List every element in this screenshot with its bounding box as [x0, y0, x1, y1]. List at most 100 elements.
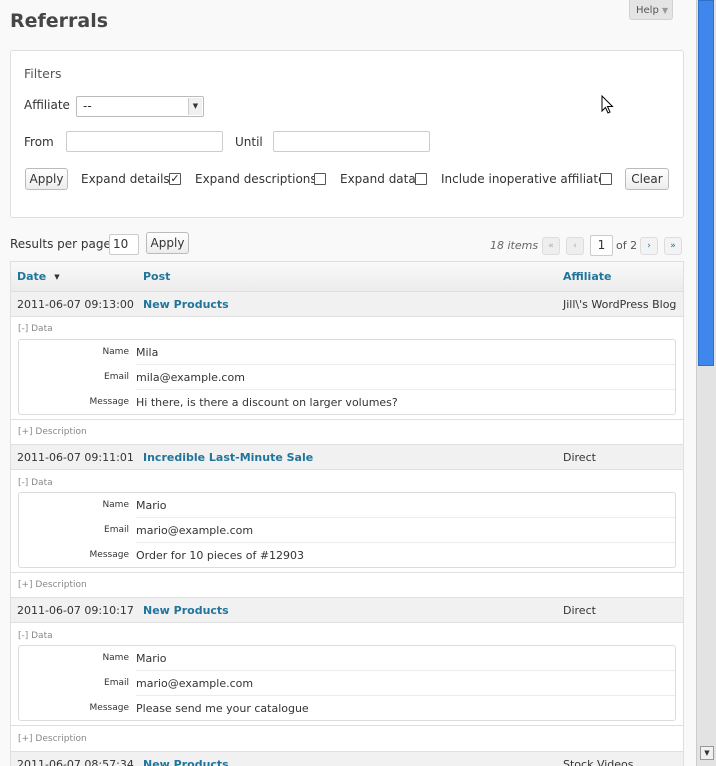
- data-key: Name: [102, 500, 129, 510]
- vertical-scrollbar[interactable]: ▼: [696, 0, 716, 766]
- column-header-affiliate[interactable]: Affiliate: [563, 270, 611, 283]
- sort-down-icon: ▼: [54, 273, 60, 281]
- row-affiliate: Direct: [563, 604, 596, 617]
- row-post-link[interactable]: New Products: [143, 298, 229, 311]
- divider: [11, 725, 683, 726]
- row-affiliate: Direct: [563, 451, 596, 464]
- help-tab[interactable]: Help ▼: [629, 0, 673, 20]
- items-count: 18 items: [490, 239, 539, 252]
- current-page-input[interactable]: 1: [590, 235, 613, 256]
- referrals-table: Date ▼ Post Affiliate 2011-06-07 09:13:00…: [10, 261, 684, 766]
- chevron-down-icon: ▼: [662, 6, 669, 15]
- data-key: Message: [89, 703, 129, 713]
- data-field: Message Order for 10 pieces of #12903: [19, 543, 675, 568]
- page-title: Referrals: [10, 10, 109, 32]
- row-date: 2011-06-07 09:13:00: [17, 298, 134, 311]
- affiliate-label: Affiliate: [24, 98, 70, 112]
- filters-title: Filters: [24, 66, 62, 81]
- row-post-link[interactable]: New Products: [143, 604, 229, 617]
- scrollbar-thumb[interactable]: [698, 0, 714, 366]
- expand-data-checkbox[interactable]: [415, 173, 427, 185]
- data-toggle[interactable]: [-] Data: [18, 631, 53, 641]
- divider: [11, 572, 683, 573]
- data-field: Email mario@example.com: [19, 518, 675, 543]
- table-row: 2011-06-07 09:13:00 New Products Jill\'s…: [11, 292, 683, 317]
- row-post-link[interactable]: New Products: [143, 758, 229, 766]
- affiliate-select-value: --: [83, 99, 92, 113]
- data-field: Name Mario: [19, 493, 675, 518]
- expand-descriptions-label: Expand descriptions: [195, 172, 317, 186]
- date-header-label: Date: [17, 270, 47, 283]
- data-key: Email: [104, 525, 129, 535]
- include-inoperative-checkbox[interactable]: [600, 173, 612, 185]
- data-value: Please send me your catalogue: [136, 702, 309, 715]
- data-value: Mario: [136, 499, 167, 512]
- last-page-button[interactable]: »: [664, 237, 682, 255]
- data-key: Name: [102, 653, 129, 663]
- table-row: 2011-06-07 09:10:17 New Products Direct: [11, 598, 683, 623]
- from-date-input[interactable]: [66, 131, 223, 152]
- data-key: Name: [102, 347, 129, 357]
- filters-panel: Filters Affiliate -- ▼ From Until Apply …: [10, 50, 684, 218]
- divider: [11, 419, 683, 420]
- column-header-post[interactable]: Post: [143, 270, 170, 283]
- affiliate-select[interactable]: -- ▼: [76, 96, 204, 117]
- scroll-down-button[interactable]: ▼: [700, 746, 714, 760]
- until-label: Until: [235, 135, 263, 149]
- expand-details-checkbox[interactable]: ✓: [169, 173, 181, 185]
- filters-clear-button[interactable]: Clear: [625, 168, 669, 190]
- data-field: Email mila@example.com: [19, 365, 675, 390]
- prev-page-button[interactable]: ‹: [566, 237, 584, 255]
- first-page-button[interactable]: «: [542, 237, 560, 255]
- data-key: Email: [104, 678, 129, 688]
- column-header-date[interactable]: Date ▼: [17, 270, 60, 283]
- data-key: Message: [89, 550, 129, 560]
- data-field: Email mario@example.com: [19, 671, 675, 696]
- data-value: mila@example.com: [136, 371, 245, 384]
- row-affiliate: Jill\'s WordPress Blog: [563, 298, 677, 311]
- data-field: Name Mario: [19, 646, 675, 671]
- data-field: Message Please send me your catalogue: [19, 696, 675, 721]
- table-row: 2011-06-07 09:11:01 Incredible Last-Minu…: [11, 445, 683, 470]
- description-toggle[interactable]: [+] Description: [18, 427, 87, 437]
- data-key: Message: [89, 397, 129, 407]
- row-affiliate: Stock Videos: [563, 758, 634, 766]
- mouse-cursor-icon: [601, 95, 614, 114]
- data-toggle[interactable]: [-] Data: [18, 478, 53, 488]
- table-row: 2011-06-07 08:57:34 New Products Stock V…: [11, 752, 683, 766]
- until-date-input[interactable]: [273, 131, 430, 152]
- table-header: Date ▼ Post Affiliate: [11, 262, 683, 292]
- expand-details-label: Expand details: [81, 172, 170, 186]
- expand-descriptions-checkbox[interactable]: [314, 173, 326, 185]
- row-post-link[interactable]: Incredible Last-Minute Sale: [143, 451, 313, 464]
- description-toggle[interactable]: [+] Description: [18, 580, 87, 590]
- data-value: mario@example.com: [136, 677, 254, 690]
- row-date: 2011-06-07 08:57:34: [17, 758, 134, 766]
- expand-data-label: Expand data: [340, 172, 416, 186]
- data-key: Email: [104, 372, 129, 382]
- dropdown-arrow-icon[interactable]: ▼: [188, 98, 202, 115]
- data-value: Hi there, is there a discount on larger …: [136, 396, 398, 409]
- data-value: Order for 10 pieces of #12903: [136, 549, 305, 562]
- results-per-page-input[interactable]: 10: [109, 234, 139, 255]
- row-date: 2011-06-07 09:10:17: [17, 604, 134, 617]
- include-inoperative-label: Include inoperative affiliates: [441, 172, 612, 186]
- data-toggle[interactable]: [-] Data: [18, 324, 53, 334]
- data-details: Name Mila Email mila@example.com Message…: [18, 339, 676, 415]
- data-value: mario@example.com: [136, 524, 254, 537]
- help-label: Help: [636, 5, 659, 16]
- data-field: Message Hi there, is there a discount on…: [19, 390, 675, 415]
- data-value: Mila: [136, 346, 159, 359]
- filters-apply-button[interactable]: Apply: [25, 168, 68, 190]
- total-pages: of 2: [616, 239, 638, 252]
- next-page-button[interactable]: ›: [640, 237, 658, 255]
- results-apply-button[interactable]: Apply: [146, 232, 189, 254]
- data-value: Mario: [136, 652, 167, 665]
- data-details: Name Mario Email mario@example.com Messa…: [18, 492, 676, 568]
- results-per-page-label: Results per page: [10, 237, 111, 251]
- data-details: Name Mario Email mario@example.com Messa…: [18, 645, 676, 721]
- data-field: Name Mila: [19, 340, 675, 365]
- from-label: From: [24, 135, 54, 149]
- description-toggle[interactable]: [+] Description: [18, 734, 87, 744]
- row-date: 2011-06-07 09:11:01: [17, 451, 134, 464]
